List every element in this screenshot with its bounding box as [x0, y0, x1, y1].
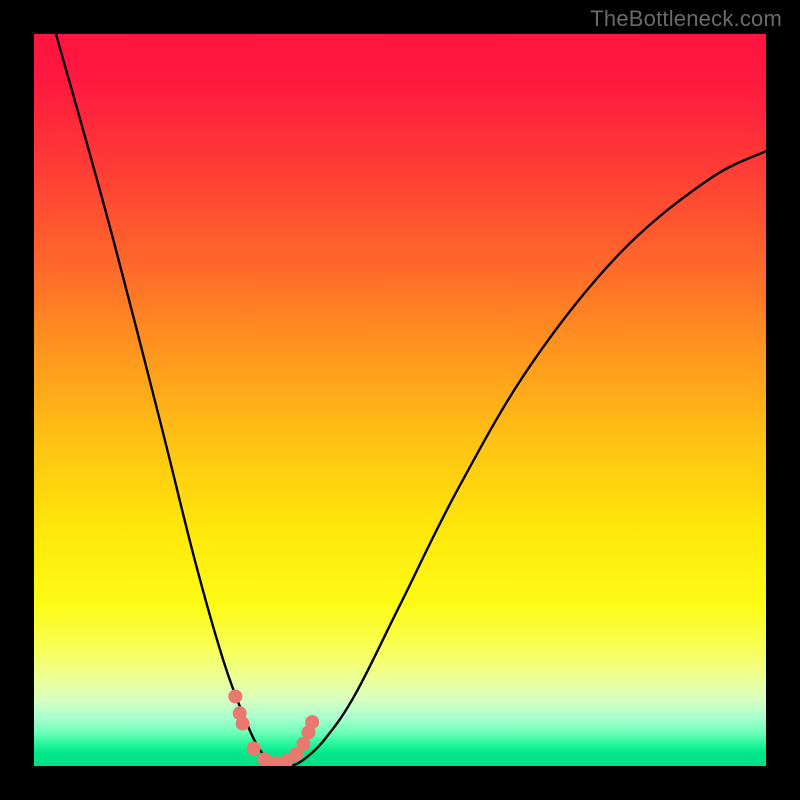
bottleneck-curve-path	[56, 34, 766, 766]
marker-point	[228, 689, 242, 703]
chart-plot-area	[34, 34, 766, 766]
attribution-text: TheBottleneck.com	[590, 6, 782, 32]
bottleneck-chart	[34, 34, 766, 766]
marker-point	[305, 715, 319, 729]
marker-group	[228, 689, 319, 766]
marker-point	[236, 717, 250, 731]
marker-point	[247, 741, 261, 755]
